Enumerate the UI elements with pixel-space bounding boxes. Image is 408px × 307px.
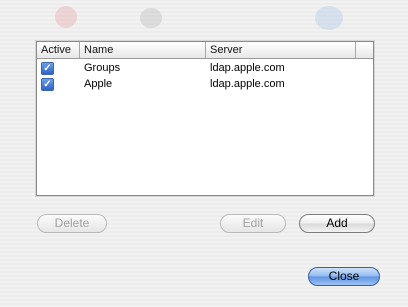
column-header-name[interactable]: Name xyxy=(80,42,206,58)
close-button[interactable]: Close xyxy=(308,267,380,286)
delete-button[interactable]: Delete xyxy=(37,214,107,233)
active-checkbox[interactable]: ✓ xyxy=(41,77,54,91)
column-header-active[interactable]: Active xyxy=(37,42,80,58)
column-header-server[interactable]: Server xyxy=(206,42,356,58)
table-row[interactable]: ✓ Apple ldap.apple.com xyxy=(37,76,356,92)
cell-server: ldap.apple.com xyxy=(210,78,285,90)
cell-server: ldap.apple.com xyxy=(210,62,285,74)
edit-button[interactable]: Edit xyxy=(220,214,286,233)
background-icon xyxy=(140,8,162,28)
background-icon xyxy=(55,6,77,28)
directory-servers-table: Active Name Server ✓ Groups ldap.apple.c… xyxy=(36,41,374,196)
cell-name: Groups xyxy=(84,62,121,74)
table-row[interactable]: ✓ Groups ldap.apple.com xyxy=(37,60,356,76)
column-header-filler xyxy=(356,42,373,58)
active-checkbox[interactable]: ✓ xyxy=(41,61,54,75)
cell-name: Apple xyxy=(84,78,113,90)
background-icon xyxy=(315,6,343,30)
table-header: Active Name Server xyxy=(37,42,373,59)
add-button[interactable]: Add xyxy=(299,214,375,233)
